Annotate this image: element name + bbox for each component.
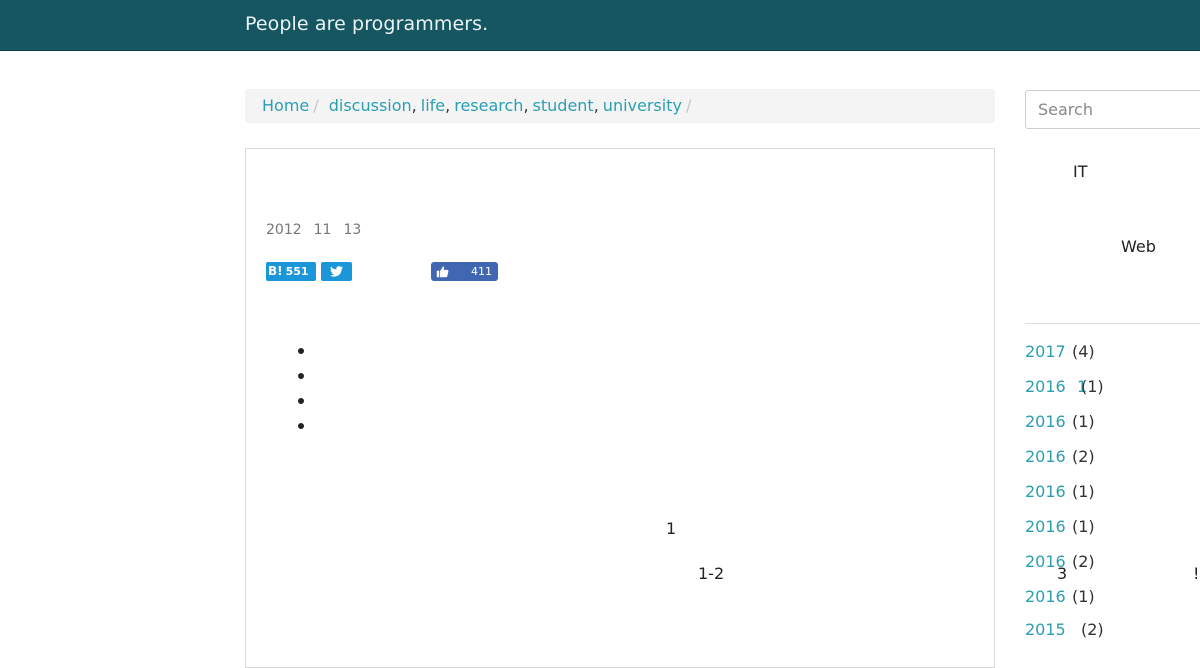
tag-link-discussion[interactable]: discussion <box>329 96 412 115</box>
post-text-fragment: 1-2 <box>698 564 725 583</box>
archive-year-link[interactable]: 2016 <box>1025 377 1066 396</box>
archive-year-link[interactable]: 2016 <box>1025 587 1066 606</box>
post-date: 2012 11 13 <box>266 222 373 238</box>
post-text-fragment: 1 <box>666 519 677 538</box>
top-navbar: People are programmers. <box>0 0 1200 51</box>
archive-count: (2) <box>1072 552 1095 571</box>
site-brand-link[interactable]: People are programmers. <box>245 13 488 35</box>
archive-count: (4) <box>1072 342 1095 361</box>
search-input[interactable] <box>1025 90 1200 129</box>
tag-separator: , <box>445 96 451 115</box>
breadcrumb: Home / discussion, life, research, student, u… <box>245 89 995 123</box>
thumbs-up-icon <box>436 266 449 278</box>
tag-separator: , <box>593 96 599 115</box>
tag-link-university[interactable]: university <box>603 96 682 115</box>
archive-count: (1) <box>1072 482 1095 501</box>
breadcrumb-separator: / <box>313 96 319 115</box>
hatena-bookmark-button[interactable]: B! 551 <box>266 262 316 281</box>
sidebar-divider <box>1025 323 1200 324</box>
archive-year-link[interactable]: 2016 <box>1025 412 1066 431</box>
archive-count: (1) <box>1072 517 1095 536</box>
archive-count: (2) <box>1072 447 1095 466</box>
breadcrumb-home-link[interactable]: Home <box>262 96 309 115</box>
archive-year-link[interactable]: 2016 <box>1025 447 1066 466</box>
archive-year-link[interactable]: 2016 <box>1025 482 1066 501</box>
archive-count: (1) <box>1081 377 1104 396</box>
breadcrumb-separator: / <box>685 96 692 115</box>
twitter-bird-icon <box>330 266 343 277</box>
post-panel: 2012 11 13 B! 551 411 1 1-2 <box>245 148 995 668</box>
hatena-bookmark-icon: B! <box>268 264 283 278</box>
facebook-like-button[interactable]: 411 <box>431 262 498 281</box>
tag-link-student[interactable]: student <box>533 96 594 115</box>
tag-separator: , <box>523 96 529 115</box>
post-date-month: 11 <box>313 222 332 238</box>
sidebar-text-fragment: 3 <box>1057 564 1068 583</box>
archive-count: (1) <box>1072 587 1095 606</box>
tag-link-life[interactable]: life <box>421 96 445 115</box>
sidebar-text-web: Web <box>1121 237 1156 256</box>
archive-count: (1) <box>1072 412 1095 431</box>
post-date-year: 2012 <box>266 222 302 238</box>
post-date-day: 13 <box>343 222 362 238</box>
tag-link-research[interactable]: research <box>454 96 523 115</box>
sidebar-text-it: IT <box>1073 162 1088 181</box>
hatena-bookmark-count: 551 <box>285 265 309 278</box>
tag-separator: , <box>411 96 417 115</box>
facebook-like-count: 411 <box>471 265 492 278</box>
sidebar-text-fragment: !! <box>1193 564 1200 583</box>
archive-year-link[interactable]: 2016 <box>1025 517 1066 536</box>
archive-year-link[interactable]: 2017 <box>1025 342 1066 361</box>
tweet-button[interactable] <box>321 262 352 281</box>
